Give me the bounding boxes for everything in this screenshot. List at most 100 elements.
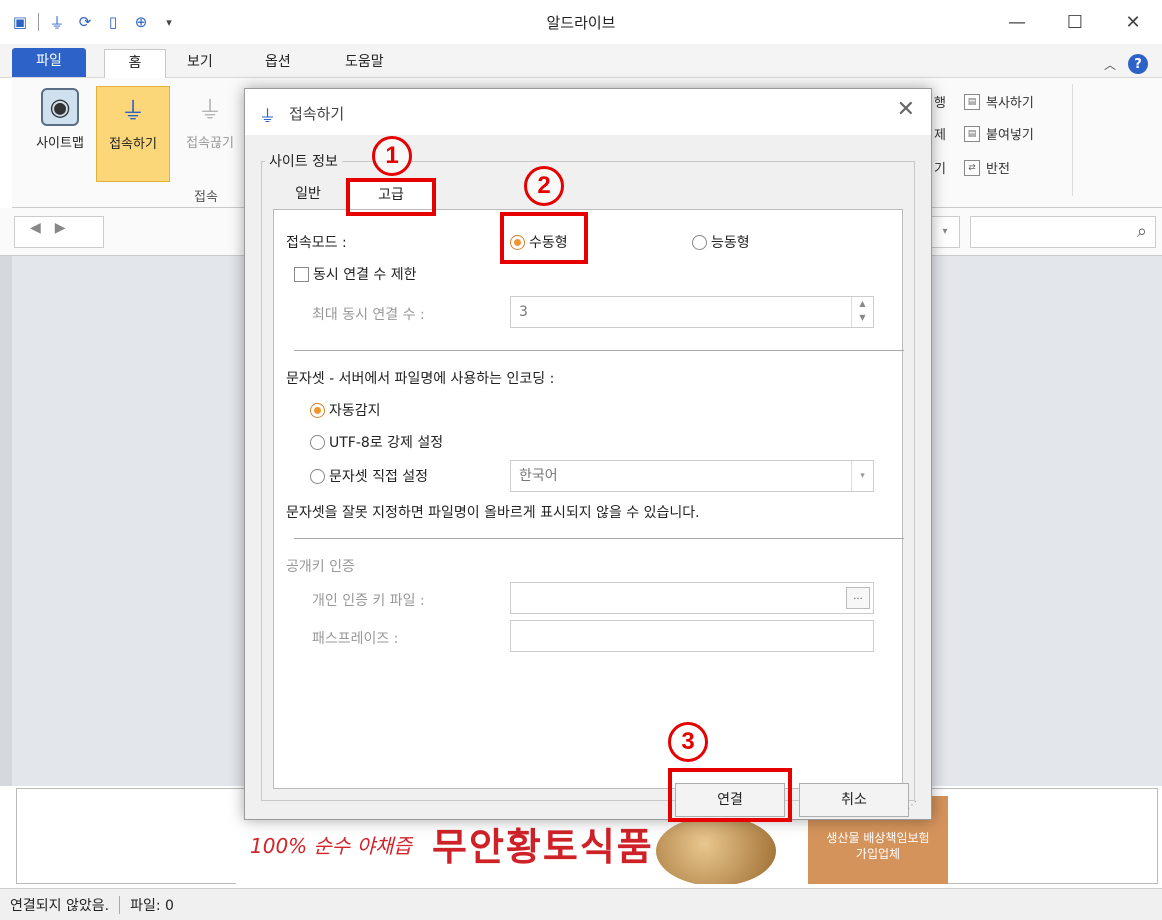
max-connections-value: 3 — [519, 304, 528, 320]
tab-home[interactable]: 홈 — [104, 49, 166, 78]
copy-label: 복사하기 — [986, 96, 1034, 111]
ad-badge-line1: 생산물 배상책임보험 — [826, 831, 930, 845]
charset-select[interactable]: 한국어 ▾ — [510, 460, 874, 492]
tab-help[interactable]: 도움말 — [333, 49, 396, 78]
tab-file[interactable]: 파일 — [12, 48, 86, 77]
search-icon[interactable]: ⌕ — [1137, 221, 1147, 242]
ribbon-right-controls: ︿ ? — [1104, 54, 1148, 74]
passphrase-label: 패스프레이즈 : — [312, 631, 399, 647]
dialog-title-bar: ⏚ 접속하기 ✕ — [245, 89, 931, 135]
active-label: 능동형 — [711, 235, 750, 251]
radio-icon — [692, 234, 707, 250]
delete-button[interactable]: 제 — [934, 124, 946, 143]
annotation-marker-2: 2 — [524, 166, 564, 206]
charset-value: 한국어 — [519, 468, 558, 484]
maximize-icon[interactable]: ☐ — [1046, 0, 1104, 44]
ribbon-divider — [1072, 84, 1073, 196]
run-button[interactable]: 행 — [934, 92, 946, 111]
side-strip — [0, 256, 12, 786]
group-label-connect: 접속 — [194, 190, 218, 205]
search-input[interactable]: ⌕ — [970, 216, 1156, 248]
passphrase-input[interactable] — [510, 620, 874, 652]
status-bar: 연결되지 않았음. 파일: 0 — [0, 888, 1162, 920]
force-utf8-radio[interactable]: UTF-8로 강제 설정 — [310, 432, 443, 452]
tab-general[interactable]: 일반 — [275, 181, 341, 209]
collapse-ribbon-icon[interactable]: ︿ — [1104, 56, 1116, 73]
divider — [294, 538, 904, 539]
invert-button[interactable]: ⇄ 반전 — [964, 158, 1010, 177]
resize-grip-icon[interactable]: ⋰ — [907, 800, 917, 811]
ribbon-tabs: 파일 홈 보기 옵션 도움말 ︿ ? — [0, 44, 1162, 78]
max-connections-label: 최대 동시 연결 수 : — [312, 307, 425, 323]
connection-status: 연결되지 않았음. — [10, 897, 110, 914]
paste-icon: ▤ — [964, 125, 980, 142]
manual-charset-radio[interactable]: 문자셋 직접 설정 — [310, 466, 428, 486]
force-utf8-label: UTF-8로 강제 설정 — [329, 435, 444, 451]
pubkey-label: 공개키 인증 — [286, 559, 355, 575]
onion-image — [656, 816, 776, 884]
ad-badge-line2: 가입업체 — [855, 847, 901, 861]
connection-mode-label: 접속모드 : — [286, 235, 347, 251]
auto-detect-radio[interactable]: 자동감지 — [310, 400, 381, 420]
stepper-arrows-icon[interactable]: ▲ ▼ — [851, 297, 873, 327]
unplug-icon: ⏚ — [198, 95, 222, 124]
radio-icon — [310, 434, 325, 450]
disconnect-label: 접속끊기 — [186, 136, 234, 151]
tab-view[interactable]: 보기 — [175, 49, 225, 78]
path-dropdown-icon[interactable]: ▾ — [930, 216, 960, 248]
sitemap-button[interactable]: ◉ 사이트맵 — [18, 86, 102, 151]
file-count: 파일: 0 — [130, 897, 174, 914]
advanced-panel: 접속모드 : 수동형 능동형 동시 연결 수 제한 최대 동시 연결 수 : 3… — [273, 209, 904, 789]
tab-options[interactable]: 옵션 — [253, 49, 303, 78]
help-icon[interactable]: ? — [1128, 54, 1148, 74]
copy-icon: ▤ — [964, 93, 980, 110]
window-controls: — ☐ ✕ — [988, 0, 1162, 44]
chevron-down-icon[interactable]: ▾ — [851, 461, 873, 491]
annotation-box-advanced-tab — [346, 178, 436, 216]
radio-selected-icon — [310, 402, 325, 418]
keyfile-label: 개인 인증 키 파일 : — [312, 593, 425, 609]
disconnect-button[interactable]: ⏚ 접속끊기 — [172, 86, 248, 152]
plug-icon: ⏚ — [259, 107, 276, 127]
sitemap-icon: ◉ — [41, 88, 79, 126]
run-label: 행 — [934, 96, 946, 111]
browse-button[interactable]: ... — [846, 587, 870, 609]
site-info-label: 사이트 정보 — [265, 151, 342, 171]
plug-icon: ⏚ — [121, 96, 145, 125]
paste-button[interactable]: ▤ 붙여넣기 — [964, 124, 1034, 143]
ad-slogan: 100% 순수 야채즙 — [250, 834, 412, 858]
charset-label: 문자셋 - 서버에서 파일명에 사용하는 인코딩 : — [286, 371, 555, 387]
invert-label: 반전 — [986, 162, 1010, 177]
invert-icon: ⇄ — [964, 159, 980, 176]
title-bar: ▣ ⏚ ⟳ ▯ ⊕ ▾ 알드라이브 — ☐ ✕ — [0, 0, 1162, 44]
checkbox-icon — [294, 266, 309, 282]
copy-button[interactable]: ▤ 복사하기 — [964, 92, 1034, 111]
paste-label: 붙여넣기 — [986, 128, 1034, 143]
charset-warning: 문자셋을 잘못 지정하면 파일명이 올바르게 표시되지 않을 수 있습니다. — [286, 505, 700, 521]
cancel-button[interactable]: 취소 — [799, 783, 909, 817]
annotation-box-passive-radio — [500, 212, 588, 264]
back-forward-icon[interactable]: ◀▶ — [30, 220, 80, 236]
auto-detect-label: 자동감지 — [329, 403, 381, 419]
radio-icon — [310, 468, 325, 484]
active-radio[interactable]: 능동형 — [692, 232, 750, 252]
get-button[interactable]: 기 — [934, 158, 946, 177]
close-icon[interactable]: ✕ — [1104, 0, 1162, 44]
manual-charset-label: 문자셋 직접 설정 — [329, 469, 429, 485]
keyfile-input[interactable]: ... — [510, 582, 874, 614]
dialog-close-icon[interactable]: ✕ — [897, 97, 915, 122]
ad-brand: 무안황토식품 — [432, 825, 654, 869]
max-connections-stepper[interactable]: 3 ▲ ▼ — [510, 296, 874, 328]
connect-button[interactable]: ⏚ 접속하기 — [96, 86, 170, 182]
dialog-title: 접속하기 — [289, 105, 345, 123]
limit-connections-checkbox[interactable]: 동시 연결 수 제한 — [294, 264, 417, 284]
delete-label: 제 — [934, 128, 946, 143]
get-label: 기 — [934, 162, 946, 177]
annotation-box-connect-button — [668, 768, 792, 822]
connect-label: 접속하기 — [109, 137, 157, 152]
annotation-marker-3: 3 — [668, 722, 708, 762]
minimize-icon[interactable]: — — [988, 0, 1046, 44]
limit-connections-label: 동시 연결 수 제한 — [313, 267, 417, 283]
sitemap-label: 사이트맵 — [36, 136, 84, 151]
annotation-marker-1: 1 — [372, 136, 412, 176]
